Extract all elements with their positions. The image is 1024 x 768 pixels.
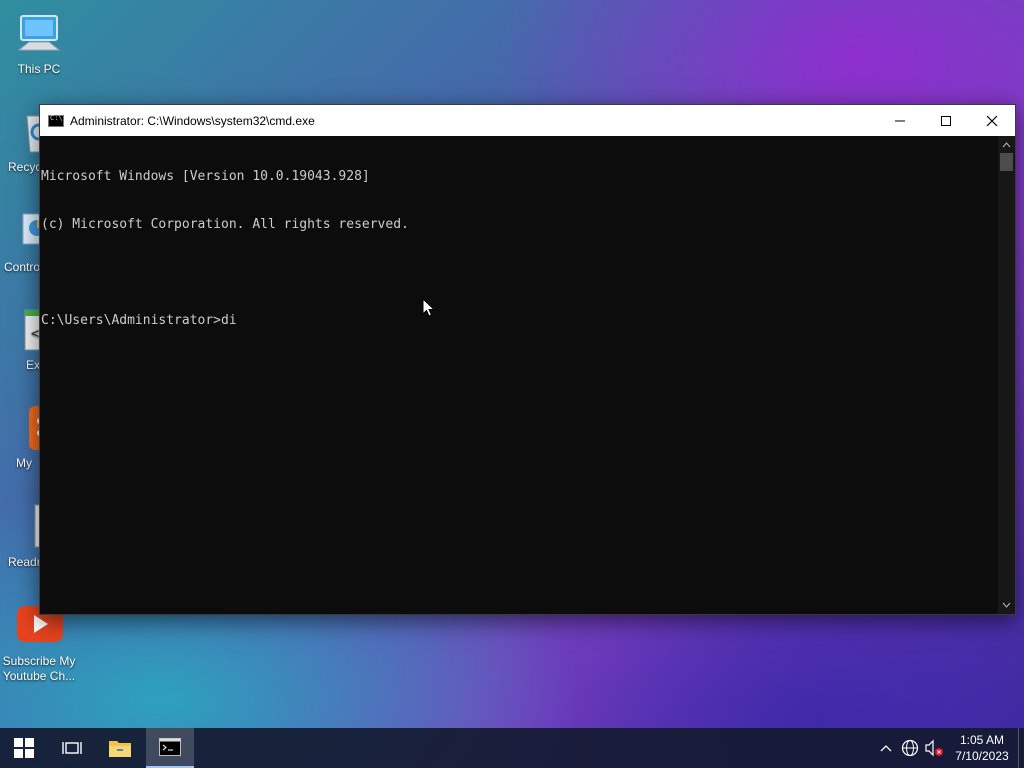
task-view-button[interactable] bbox=[48, 728, 96, 768]
scroll-up-icon[interactable] bbox=[998, 138, 1015, 152]
show-desktop-button[interactable] bbox=[1018, 728, 1024, 768]
this-pc-icon bbox=[15, 10, 63, 58]
console-line: (c) Microsoft Corporation. All rights re… bbox=[41, 217, 409, 232]
clock-time: 1:05 AM bbox=[959, 733, 1005, 747]
scroll-down-icon[interactable] bbox=[998, 598, 1015, 612]
network-button[interactable] bbox=[898, 728, 922, 768]
minimize-button[interactable] bbox=[877, 105, 923, 136]
close-icon bbox=[986, 115, 998, 126]
vertical-scrollbar[interactable] bbox=[998, 136, 1015, 614]
desktop-icon-label: Subscribe My Youtube Ch... bbox=[2, 654, 76, 683]
system-tray: 1:05 AM 7/10/2023 bbox=[874, 728, 1024, 768]
start-button[interactable] bbox=[0, 728, 48, 768]
chevron-up-icon bbox=[880, 745, 892, 752]
desktop-icon-this-pc[interactable]: This PC bbox=[0, 10, 78, 77]
console-line: Microsoft Windows [Version 10.0.19043.92… bbox=[41, 169, 370, 184]
console-output[interactable]: Microsoft Windows [Version 10.0.19043.92… bbox=[40, 136, 998, 614]
volume-button[interactable] bbox=[922, 728, 946, 768]
window-title: Administrator: C:\Windows\system32\cmd.e… bbox=[70, 113, 315, 128]
cmd-icon bbox=[159, 738, 181, 756]
start-icon bbox=[14, 738, 34, 758]
cmd-window[interactable]: Administrator: C:\Windows\system32\cmd.e… bbox=[39, 104, 1016, 615]
mouse-pointer-icon bbox=[422, 298, 436, 317]
show-hidden-icons-button[interactable] bbox=[874, 728, 898, 768]
task-view-icon bbox=[62, 742, 82, 754]
scrollbar-thumb[interactable] bbox=[1000, 153, 1013, 171]
console-prompt-line[interactable]: C:\Users\Administrator>di bbox=[41, 313, 998, 329]
clock[interactable]: 1:05 AM 7/10/2023 bbox=[946, 732, 1018, 764]
file-explorer-icon bbox=[109, 741, 131, 757]
close-button[interactable] bbox=[969, 105, 1015, 136]
clock-date: 7/10/2023 bbox=[955, 749, 1009, 763]
cmd-taskbar-button[interactable] bbox=[146, 728, 194, 768]
speaker-muted-icon bbox=[925, 739, 943, 757]
desktop-icon-label: This PC bbox=[17, 62, 61, 76]
minimize-icon bbox=[895, 120, 905, 121]
window-titlebar[interactable]: Administrator: C:\Windows\system32\cmd.e… bbox=[40, 105, 1015, 136]
maximize-button[interactable] bbox=[923, 105, 969, 136]
file-explorer-button[interactable] bbox=[96, 728, 144, 768]
taskbar: 1:05 AM 7/10/2023 bbox=[0, 728, 1024, 768]
cmd-app-icon bbox=[48, 114, 64, 127]
network-globe-icon bbox=[901, 739, 919, 757]
maximize-icon bbox=[941, 115, 951, 126]
